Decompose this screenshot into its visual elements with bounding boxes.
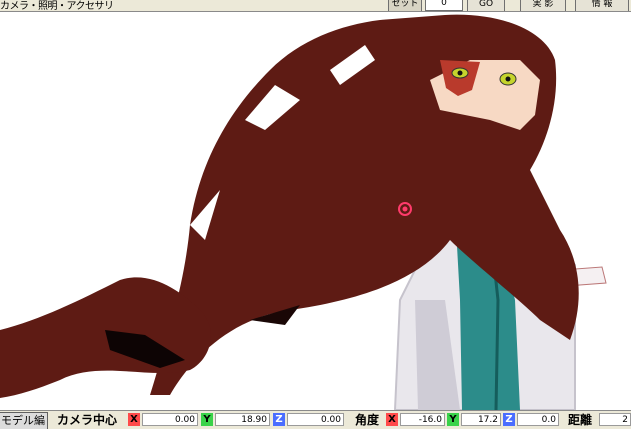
angle-z-field[interactable]: 0.0 — [517, 413, 559, 426]
camera-center-y-field[interactable]: 18.90 — [215, 413, 270, 426]
angle-y-axis-label: Y — [447, 413, 459, 426]
camera-y-axis-label: Y — [201, 413, 213, 426]
panel-title: カメラ・照明・アクセサリ — [0, 1, 114, 12]
model-edit-tab[interactable]: モデル編 — [0, 412, 48, 429]
top-toolbar: カメラ・照明・アクセサリ セット 0 GO 実 影 情 報 — [0, 0, 631, 12]
angle-x-axis-label: X — [386, 413, 398, 426]
capture-button[interactable]: 実 影 — [520, 0, 566, 11]
3d-viewport[interactable] — [0, 12, 631, 410]
angle-label: 角度 — [355, 413, 380, 427]
model-render — [0, 14, 607, 410]
distance-field[interactable]: 2 — [599, 413, 631, 426]
camera-center-z-field[interactable]: 0.00 — [287, 413, 344, 426]
angle-y-field[interactable]: 17.2 — [461, 413, 501, 426]
camera-z-axis-label: Z — [273, 413, 285, 426]
distance-label: 距離 — [568, 413, 593, 427]
right-pupil — [505, 76, 511, 82]
camera-x-axis-label: X — [128, 413, 140, 426]
info-button[interactable]: 情 報 — [575, 0, 629, 11]
camera-center-dot — [402, 206, 408, 212]
go-button[interactable]: GO — [467, 0, 505, 11]
status-bar: モデル編 カメラ中心 X 0.00 Y 18.90 Z 0.00 角度 X -1… — [0, 410, 631, 429]
camera-center-x-field[interactable]: 0.00 — [142, 413, 198, 426]
angle-z-axis-label: Z — [503, 413, 515, 426]
frame-number-input[interactable]: 0 — [425, 0, 463, 11]
camera-center-label: カメラ中心 — [57, 413, 118, 427]
angle-x-field[interactable]: -16.0 — [400, 413, 445, 426]
left-pupil — [457, 70, 463, 76]
frame-set-button[interactable]: セット — [388, 0, 422, 11]
